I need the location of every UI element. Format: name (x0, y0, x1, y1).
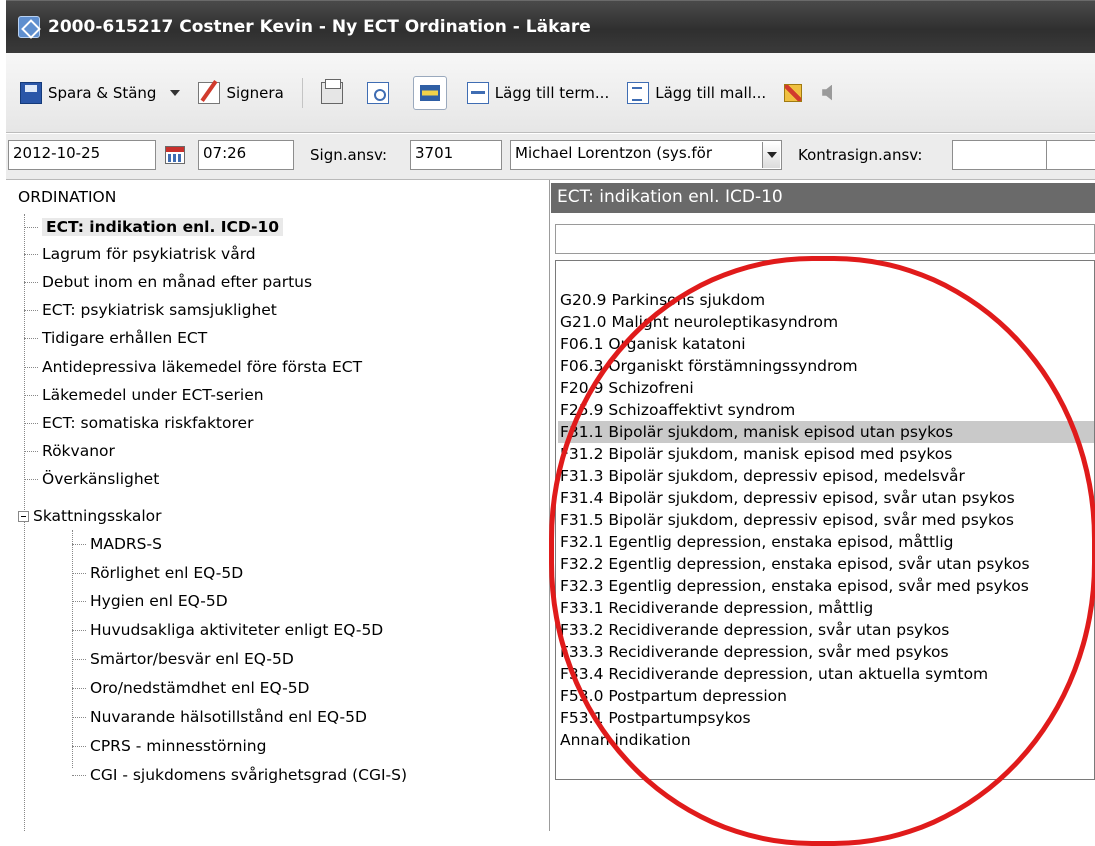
countersign-code-field[interactable] (952, 140, 1048, 170)
sign-button[interactable]: Signera (198, 81, 284, 104)
tree-subitem[interactable]: Huvudsakliga aktiviteter enligt EQ-5D (72, 617, 383, 643)
list-item-selected[interactable]: F31.1 Bipolär sjukdom, manisk episod uta… (558, 421, 1094, 443)
tree-item[interactable]: Läkemedel under ECT-serien (24, 382, 264, 408)
tree-item[interactable]: ECT: psykiatrisk samsjuklighet (24, 297, 277, 323)
tree-subitem[interactable]: MADRS-S (72, 531, 162, 557)
add-term-label: Lägg till term... (494, 83, 610, 102)
toolbar: Spara & Stäng Signera Lägg till term... … (6, 53, 1095, 133)
window: 2000-615217 Costner Kevin - Ny ECT Ordin… (6, 0, 1095, 831)
sign-resp-code-field[interactable]: 3701 (410, 140, 502, 170)
panel-header: ECT: indikation enl. ICD-10 (551, 183, 1095, 213)
clear-icon[interactable] (784, 83, 803, 102)
indication-list[interactable]: G20.9 Parkinsons sjukdom G21.0 Malignt n… (555, 260, 1095, 780)
tree-subitem[interactable]: Smärtor/besvär enl EQ-5D (72, 646, 294, 672)
save-close-label: Spara & Stäng (48, 83, 157, 102)
tree-item[interactable]: Debut inom en månad efter partus (24, 269, 312, 295)
list-item[interactable]: F53.1 Postpartumpsykos (558, 707, 751, 729)
add-template-icon (627, 81, 650, 104)
list-item[interactable]: F25.9 Schizoaffektivt syndrom (558, 399, 795, 421)
save-close-button[interactable]: Spara & Stäng (20, 81, 181, 104)
date-field[interactable]: 2012-10-25 (8, 140, 156, 170)
countersign-name-field[interactable] (1046, 140, 1095, 170)
list-item[interactable]: F31.5 Bipolär sjukdom, depressiv episod,… (558, 509, 1014, 531)
list-item[interactable]: F20.9 Schizofreni (558, 377, 694, 399)
list-item[interactable]: F53.0 Postpartum depression (558, 685, 787, 707)
sign-icon (198, 81, 221, 104)
add-template-button[interactable]: Lägg till mall... (627, 81, 767, 104)
list-item[interactable]: F33.3 Recidiverande depression, svår med… (558, 641, 949, 663)
search-input[interactable] (555, 224, 1095, 254)
preview-button[interactable] (366, 81, 395, 104)
print-button[interactable] (320, 78, 349, 104)
tree-subitem[interactable]: CGI - sjukdomens svårighetsgrad (CGI-S) (72, 762, 407, 788)
list-item[interactable]: G21.0 Malignt neuroleptikasyndrom (558, 311, 838, 333)
save-icon (20, 81, 42, 104)
list-item[interactable]: F06.1 Organisk katatoni (558, 333, 746, 355)
list-item[interactable]: Annan indikation (558, 729, 691, 751)
tree-item-skattningsskalor[interactable]: Skattningsskalor (18, 503, 162, 529)
title-bar[interactable]: 2000-615217 Costner Kevin - Ny ECT Ordin… (6, 0, 1095, 53)
preview-icon (366, 81, 389, 104)
tree-subitem[interactable]: Rörlighet enl EQ-5D (72, 560, 243, 586)
list-item[interactable]: F33.1 Recidiverande depression, måttlig (558, 597, 873, 619)
list-item[interactable]: F32.1 Egentlig depression, enstaka episo… (558, 531, 953, 553)
list-item[interactable]: F31.2 Bipolär sjukdom, manisk episod med… (558, 443, 952, 465)
list-item[interactable]: F33.2 Recidiverande depression, svår uta… (558, 619, 949, 641)
sign-resp-name-value: Michael Lorentzon (sys.för (515, 144, 713, 162)
window-title: 2000-615217 Costner Kevin - Ny ECT Ordin… (48, 17, 591, 37)
list-item[interactable]: F32.3 Egentlig depression, enstaka episo… (558, 575, 1029, 597)
tree-subitem[interactable]: Nuvarande hälsotillstånd enl EQ-5D (72, 704, 367, 730)
tree-item[interactable]: ECT: somatiska riskfaktorer (24, 410, 253, 436)
list-item[interactable]: F32.2 Egentlig depression, enstaka episo… (558, 553, 1030, 575)
speaker-icon[interactable] (822, 84, 833, 101)
tree-item[interactable]: Lagrum för psykiatrisk vård (24, 241, 256, 267)
tree-connector (24, 516, 25, 831)
tree-root[interactable]: ORDINATION (18, 188, 116, 206)
list-item[interactable]: F06.3 Organiskt förstämningssyndrom (558, 355, 858, 377)
chevron-down-icon[interactable] (762, 142, 780, 168)
countersign-label: Kontrasign.ansv: (798, 146, 923, 164)
list-item[interactable]: F31.4 Bipolär sjukdom, depressiv episod,… (558, 487, 1015, 509)
ordination-tree: ORDINATION ECT: indikation enl. ICD-10 L… (6, 180, 550, 831)
collapse-icon[interactable] (18, 511, 29, 522)
calendar-icon[interactable] (165, 146, 185, 164)
tree-item[interactable]: ECT: indikation enl. ICD-10 (24, 214, 284, 240)
tree-subitem[interactable]: Hygien enl EQ-5D (72, 588, 228, 614)
layout-toggle-button[interactable] (412, 75, 447, 110)
time-field[interactable]: 07:26 (198, 140, 294, 170)
add-term-icon (466, 81, 489, 104)
chevron-down-icon[interactable] (170, 89, 181, 96)
tree-item[interactable]: Överkänslighet (24, 466, 159, 492)
sign-resp-name-select[interactable]: Michael Lorentzon (sys.för (510, 140, 782, 170)
tree-subitem[interactable]: CPRS - minnesstörning (72, 733, 266, 759)
add-template-label: Lägg till mall... (655, 83, 767, 102)
tree-item[interactable]: Antidepressiva läkemedel före första ECT (24, 354, 362, 380)
add-term-button[interactable]: Lägg till term... (466, 81, 610, 104)
list-item[interactable]: F31.3 Bipolär sjukdom, depressiv episod,… (558, 465, 965, 487)
list-item[interactable]: F33.4 Recidiverande depression, utan akt… (558, 663, 988, 685)
sign-label: Signera (226, 83, 284, 102)
indication-panel: ECT: indikation enl. ICD-10 G20.9 Parkin… (551, 180, 1095, 831)
list-item[interactable]: G20.9 Parkinsons sjukdom (558, 289, 765, 311)
tree-item[interactable]: Rökvanor (24, 438, 115, 464)
tree-item[interactable]: Tidigare erhållen ECT (24, 325, 207, 351)
app-icon (18, 16, 40, 38)
tree-subitem[interactable]: Oro/nedstämdhet enl EQ-5D (72, 675, 310, 701)
sign-resp-label: Sign.ansv: (310, 146, 388, 164)
print-icon (320, 78, 343, 104)
form-row: 2012-10-25 07:26 Sign.ansv: 3701 Michael… (6, 134, 1095, 180)
layout-icon (419, 84, 440, 101)
toolbar-separator (301, 77, 303, 108)
